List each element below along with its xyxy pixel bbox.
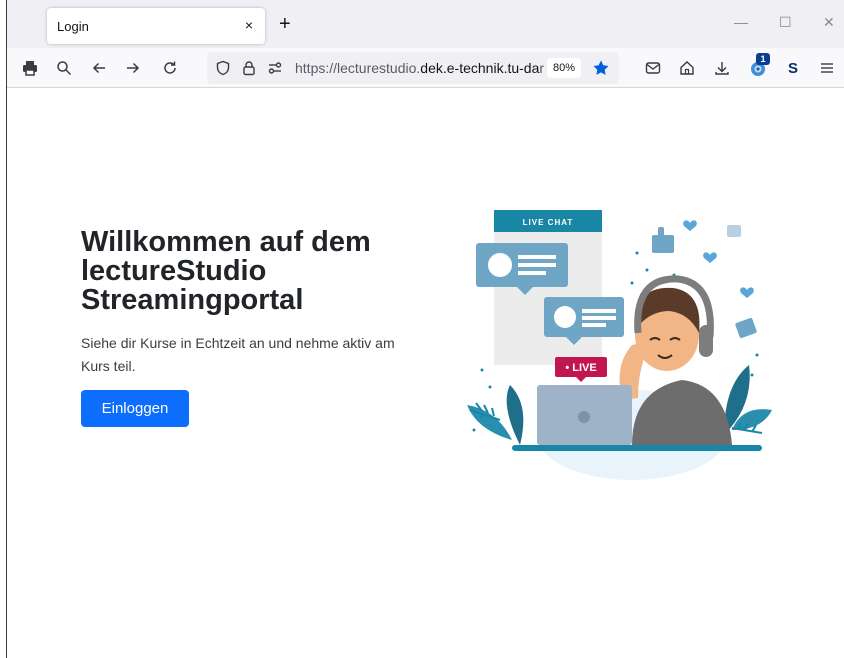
address-bar[interactable]: https://lecturestudio.dek.e-technik.tu-d… [207,52,619,84]
live-badge: • LIVE [565,362,596,374]
live-streaming-illustration: LIVE CHAT • LIVE [467,210,772,480]
browser-window: Login × + — ☐ ✕ https://lecturestudio.de… [7,0,844,658]
tab-title: Login [57,19,89,34]
url-domain: dek.e-technik.tu-da [420,60,540,76]
menu-hamburger-icon[interactable] [817,58,837,78]
forward-arrow-icon[interactable] [123,58,143,78]
title-line: Willkommen auf dem [81,226,371,258]
tracking-protection-shield-icon[interactable] [213,58,233,78]
live-chat-label: LIVE CHAT [523,218,574,227]
extension-badge: 1 [756,53,770,65]
close-window-button[interactable]: ✕ [823,14,835,31]
s-extension-icon[interactable]: S [783,58,803,78]
zoom-level-button[interactable]: 80% [547,58,582,78]
new-tab-button[interactable]: + [279,14,291,34]
tab-strip: Login × + — ☐ ✕ [7,0,844,48]
search-icon[interactable] [54,58,74,78]
mail-icon[interactable] [643,58,663,78]
permissions-icon[interactable] [265,58,285,78]
navigation-toolbar: https://lecturestudio.dek.e-technik.tu-d… [7,48,844,88]
reload-icon[interactable] [160,58,180,78]
back-arrow-icon[interactable] [89,58,109,78]
print-icon[interactable] [20,58,40,78]
bookmark-star-icon[interactable] [591,58,611,78]
page-title: Willkommen auf dem lectureStudio Streami… [81,228,441,315]
tab-login[interactable]: Login × [47,8,265,44]
title-line: Streamingportal [81,284,304,316]
download-icon[interactable] [712,58,732,78]
page-subtitle: Siehe dir Kurse in Echtzeit an und nehme… [81,335,395,374]
tab-close-icon[interactable]: × [245,17,253,33]
lock-icon[interactable] [239,58,259,78]
title-line: lectureStudio [81,255,267,287]
login-button[interactable]: Einloggen [81,390,189,427]
extension-icon[interactable]: 1 [748,53,770,78]
url-suffix: r [539,60,545,76]
maximize-button[interactable]: ☐ [779,14,792,31]
url-prefix: https://lecturestudio. [295,60,421,76]
minimize-button[interactable]: — [734,14,748,30]
url-text[interactable]: https://lecturestudio.dek.e-technik.tu-d… [295,60,547,76]
home-icon[interactable] [677,58,697,78]
